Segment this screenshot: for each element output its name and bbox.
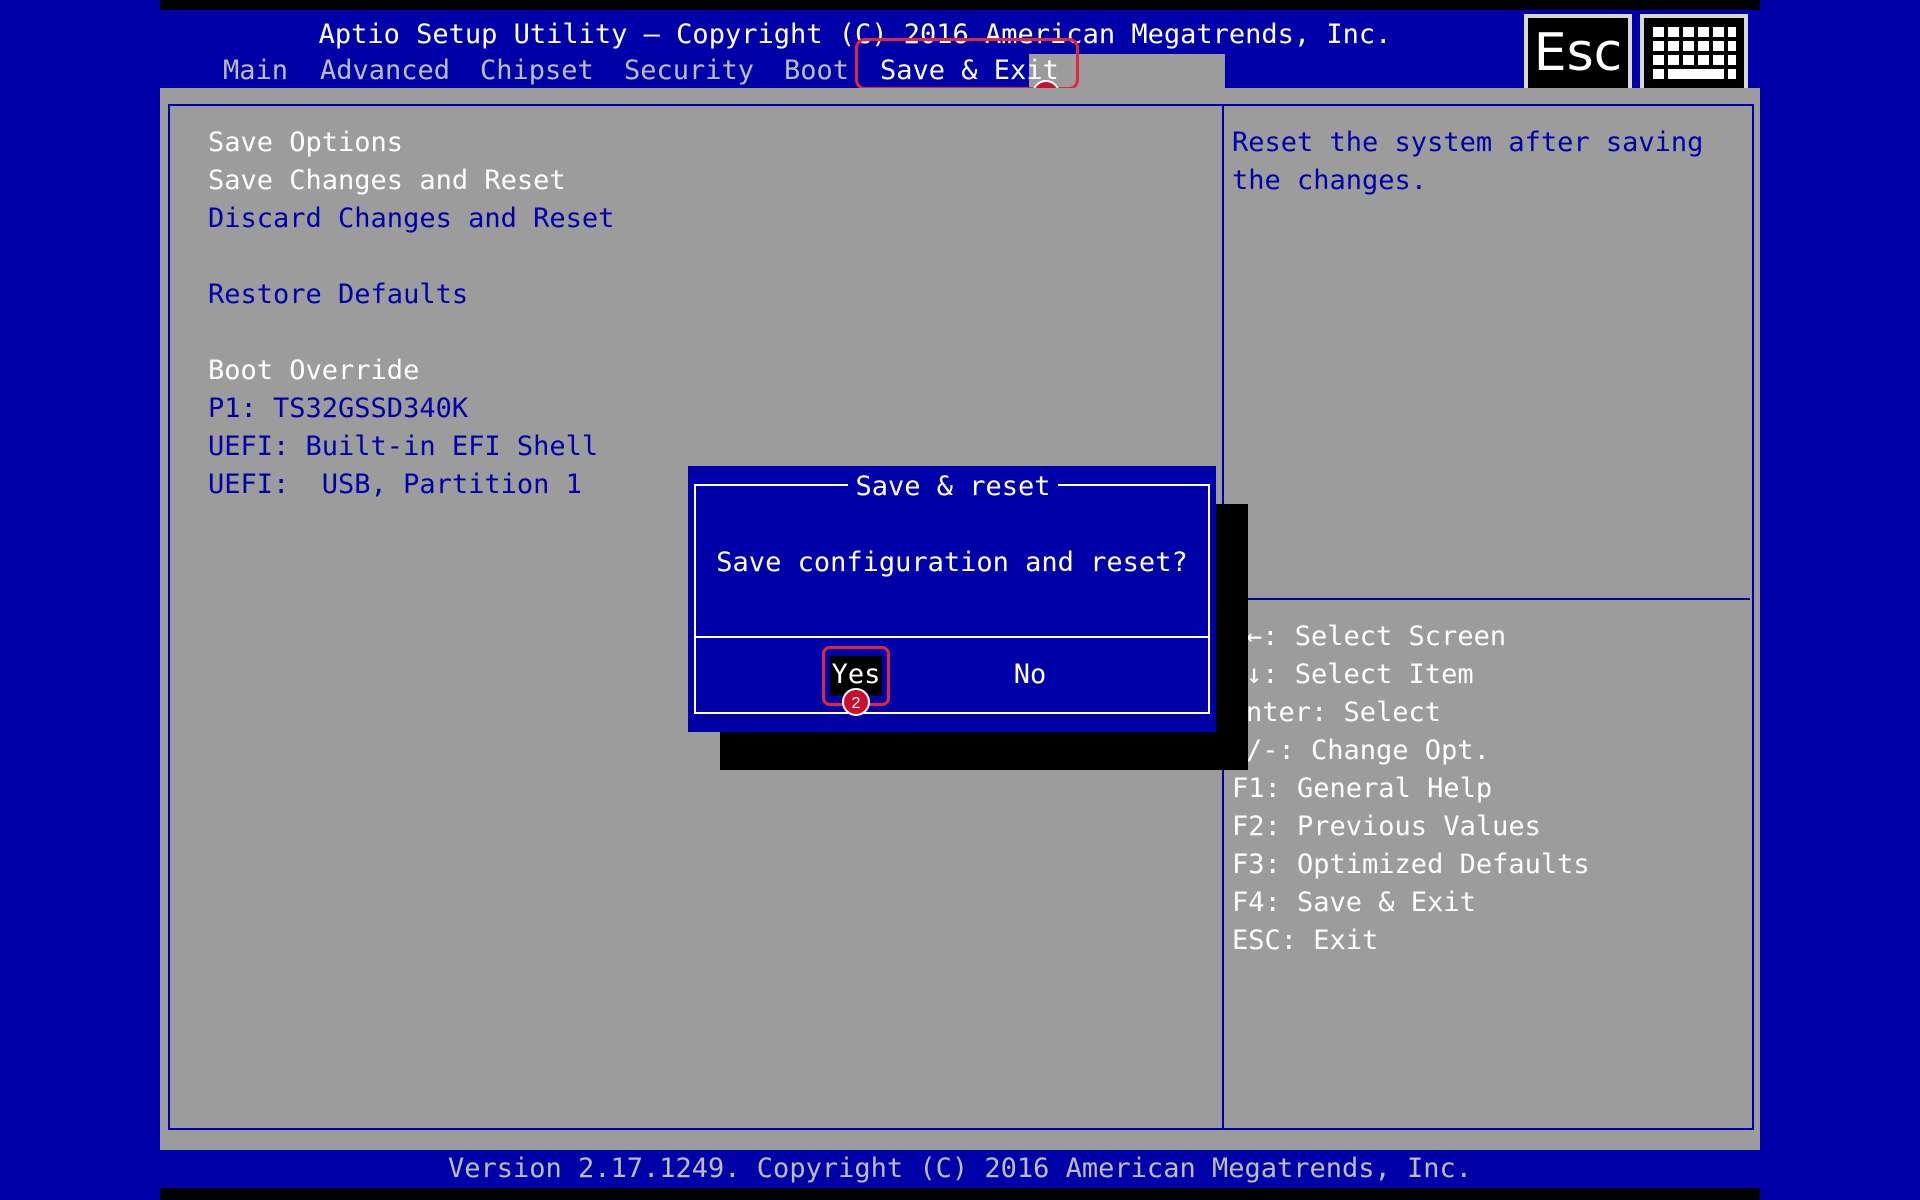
- annotation-badge-2: 2: [842, 688, 870, 716]
- help-text-line1: Reset the system after saving: [1232, 127, 1704, 158]
- help-text-line2: the changes.: [1232, 165, 1428, 196]
- key-f3: F3: Optimized Defaults: [1232, 849, 1590, 880]
- esc-icon: Esc: [1533, 23, 1623, 83]
- key-select-item: ↓: Select Item: [1246, 659, 1474, 690]
- menu-restore-defaults[interactable]: Restore Defaults: [208, 276, 468, 314]
- keyboard-button[interactable]: [1640, 14, 1748, 92]
- save-reset-dialog: Save & reset Save configuration and rese…: [688, 466, 1216, 732]
- footer-bar: Version 2.17.1249. Copyright (C) 2016 Am…: [160, 1150, 1760, 1188]
- menu-save-changes-reset[interactable]: Save Changes and Reset: [208, 162, 566, 200]
- help-panel: [1224, 104, 1754, 1130]
- key-f4: F4: Save & Exit: [1232, 887, 1476, 918]
- tab-main[interactable]: Main: [223, 52, 288, 90]
- help-divider: [1226, 598, 1750, 600]
- menu-discard-changes-reset[interactable]: Discard Changes and Reset: [208, 200, 614, 238]
- esc-button[interactable]: Esc: [1524, 14, 1632, 92]
- bottom-black-bar: [160, 1188, 1760, 1200]
- tab-advanced[interactable]: Advanced: [320, 52, 450, 90]
- footer-version: Version 2.17.1249. Copyright (C) 2016 Am…: [447, 1153, 1473, 1184]
- tab-security[interactable]: Security: [624, 52, 754, 90]
- key-change-opt: /-: Change Opt.: [1246, 735, 1490, 766]
- dialog-divider: [694, 636, 1210, 638]
- key-f1: F1: General Help: [1232, 773, 1493, 804]
- key-esc: ESC: Exit: [1232, 925, 1379, 956]
- menu-boot-uefi-shell[interactable]: UEFI: Built-in EFI Shell: [208, 428, 598, 466]
- key-enter: nter: Select: [1246, 697, 1442, 728]
- top-black-bar: [160, 0, 1760, 10]
- boot-override-heading: Boot Override: [208, 355, 420, 386]
- key-f2: F2: Previous Values: [1232, 811, 1541, 842]
- dialog-frame: [694, 484, 1210, 714]
- menu-boot-p1[interactable]: P1: TS32GSSD340K: [208, 390, 468, 428]
- no-button[interactable]: No: [1004, 656, 1056, 694]
- tab-boot[interactable]: Boot: [784, 52, 849, 90]
- key-select-screen: ←: Select Screen: [1246, 621, 1507, 652]
- tab-chipset[interactable]: Chipset: [480, 52, 594, 90]
- keyboard-icon: [1653, 27, 1736, 79]
- dialog-title: Save & reset: [848, 468, 1058, 506]
- dialog-message: Save configuration and reset?: [716, 547, 1188, 578]
- save-options-heading: Save Options: [208, 127, 404, 158]
- menu-boot-uefi-usb[interactable]: UEFI: USB, Partition 1: [208, 466, 582, 504]
